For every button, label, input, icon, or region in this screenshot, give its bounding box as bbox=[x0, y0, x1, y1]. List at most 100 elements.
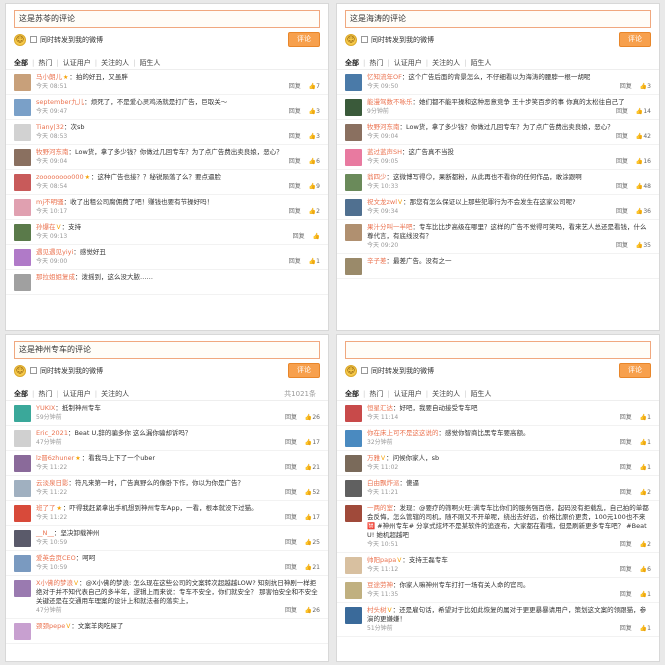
tab-0[interactable]: 全部 bbox=[14, 390, 28, 398]
reply-link[interactable]: 回复 bbox=[616, 183, 628, 190]
reply-link[interactable]: 回复 bbox=[285, 489, 297, 496]
comment-submit-button[interactable]: 评论 bbox=[288, 363, 320, 378]
comment-input[interactable]: 这是海涛的评论 bbox=[345, 10, 651, 28]
reply-link[interactable]: 回复 bbox=[620, 541, 632, 548]
comment-username[interactable]: zoooooooo000 bbox=[36, 173, 84, 181]
tab-0[interactable]: 全部 bbox=[345, 390, 359, 398]
reply-link[interactable]: 回复 bbox=[285, 607, 297, 614]
comment-username[interactable]: 你在床上可不是这这说的 bbox=[367, 429, 439, 437]
comment-username[interactable]: 忆知流年OF bbox=[367, 73, 402, 81]
avatar[interactable] bbox=[14, 274, 31, 291]
forward-checkbox[interactable] bbox=[361, 367, 368, 374]
avatar[interactable] bbox=[345, 480, 362, 497]
tab-0[interactable]: 全部 bbox=[345, 59, 359, 67]
comment-username[interactable]: 牧野河东南 bbox=[36, 148, 69, 156]
avatar[interactable] bbox=[345, 174, 362, 191]
comment-input[interactable]: 这是苏苓的评论 bbox=[14, 10, 320, 28]
comment-username[interactable]: 班了了 bbox=[36, 504, 56, 512]
comment-username[interactable]: 豆途劳神 bbox=[367, 581, 393, 589]
comment-username[interactable]: 颈颈pepe bbox=[36, 622, 65, 630]
reply-link[interactable]: 回复 bbox=[616, 108, 628, 115]
comment-username[interactable]: __N__ bbox=[36, 529, 54, 537]
reply-link[interactable]: 回复 bbox=[616, 208, 628, 215]
reply-link[interactable]: 回复 bbox=[620, 489, 632, 496]
avatar[interactable] bbox=[14, 455, 31, 472]
reply-link[interactable]: 回复 bbox=[285, 539, 297, 546]
reply-link[interactable]: 回复 bbox=[285, 414, 297, 421]
tab-0[interactable]: 全部 bbox=[14, 59, 28, 67]
reply-link[interactable]: 回复 bbox=[616, 242, 628, 249]
tab-2[interactable]: 认证用户 bbox=[63, 390, 91, 398]
avatar[interactable] bbox=[345, 455, 362, 472]
thumbs-up-icon[interactable]: 👍 bbox=[313, 233, 320, 240]
comment-username[interactable]: Tiany|32 bbox=[36, 123, 64, 131]
comment-input[interactable]: 这是神州专车的评论 bbox=[14, 341, 320, 359]
tab-4[interactable]: 陌生人 bbox=[139, 59, 160, 67]
reply-link[interactable]: 回复 bbox=[285, 439, 297, 446]
avatar[interactable] bbox=[345, 124, 362, 141]
avatar[interactable] bbox=[14, 530, 31, 547]
comment-username[interactable]: 祝文龙zwl bbox=[367, 198, 397, 206]
comment-username[interactable]: september九儿 bbox=[36, 98, 84, 106]
comment-username[interactable]: 帅阳papa bbox=[367, 556, 396, 564]
reply-link[interactable]: 回复 bbox=[289, 133, 301, 140]
forward-checkbox[interactable] bbox=[30, 36, 37, 43]
avatar[interactable] bbox=[345, 505, 362, 522]
reply-link[interactable]: 回复 bbox=[289, 83, 301, 90]
avatar[interactable] bbox=[345, 258, 362, 275]
comment-username[interactable]: 能漫驾数不咏乐 bbox=[367, 98, 413, 106]
comment-username[interactable]: lz晋6zhuner bbox=[36, 454, 74, 462]
reply-link[interactable]: 回复 bbox=[620, 464, 632, 471]
avatar[interactable] bbox=[345, 99, 362, 116]
comment-username[interactable]: mj不明骚 bbox=[36, 198, 64, 206]
reply-link[interactable]: 回复 bbox=[620, 591, 632, 598]
tab-3[interactable]: 关注的人 bbox=[101, 59, 129, 67]
avatar[interactable] bbox=[14, 249, 31, 266]
avatar[interactable] bbox=[345, 582, 362, 599]
reply-link[interactable]: 回复 bbox=[285, 464, 297, 471]
comment-username[interactable]: 一两的室 bbox=[367, 504, 393, 512]
tab-2[interactable]: 认证用户 bbox=[63, 59, 91, 67]
reply-link[interactable]: 回复 bbox=[285, 514, 297, 521]
comment-username[interactable]: 云淡泉日影 bbox=[36, 479, 69, 487]
avatar[interactable] bbox=[345, 557, 362, 574]
avatar[interactable] bbox=[345, 74, 362, 91]
comment-username[interactable]: 村头树 bbox=[367, 606, 387, 614]
comment-username[interactable]: 爱英会页CEO bbox=[36, 554, 76, 562]
comment-username[interactable]: Eric_2021 bbox=[36, 429, 68, 437]
avatar[interactable] bbox=[14, 580, 31, 597]
avatar[interactable] bbox=[14, 623, 31, 640]
emoji-icon[interactable]: ☺ bbox=[345, 365, 357, 377]
tab-4[interactable]: 陌生人 bbox=[470, 390, 491, 398]
avatar[interactable] bbox=[14, 149, 31, 166]
emoji-icon[interactable]: ☺ bbox=[14, 365, 26, 377]
avatar[interactable] bbox=[345, 224, 362, 241]
avatar[interactable] bbox=[14, 224, 31, 241]
comment-username[interactable]: 辛子差 bbox=[367, 257, 387, 265]
tab-3[interactable]: 关注的人 bbox=[432, 390, 460, 398]
tab-3[interactable]: 关注的人 bbox=[432, 59, 460, 67]
comment-username[interactable]: 白由飘炸派 bbox=[367, 479, 400, 487]
comment-submit-button[interactable]: 评论 bbox=[619, 32, 651, 47]
avatar[interactable] bbox=[14, 405, 31, 422]
comment-username[interactable]: 孙爆在 bbox=[36, 223, 56, 231]
comment-username[interactable]: 恒星汇达 bbox=[367, 404, 393, 412]
comment-username[interactable]: 果汁分叫一半吧 bbox=[367, 223, 413, 231]
reply-link[interactable]: 回复 bbox=[616, 158, 628, 165]
avatar[interactable] bbox=[14, 430, 31, 447]
comment-username[interactable]: 万雅 bbox=[367, 454, 380, 462]
reply-link[interactable]: 回复 bbox=[289, 208, 301, 215]
emoji-icon[interactable]: ☺ bbox=[345, 34, 357, 46]
reply-link[interactable]: 回复 bbox=[289, 183, 301, 190]
tab-3[interactable]: 关注的人 bbox=[101, 390, 129, 398]
reply-link[interactable]: 回复 bbox=[289, 108, 301, 115]
comment-username[interactable]: 蓝过蓝声SH bbox=[367, 148, 402, 156]
emoji-icon[interactable]: ☺ bbox=[14, 34, 26, 46]
comment-submit-button[interactable]: 评论 bbox=[288, 32, 320, 47]
avatar[interactable] bbox=[14, 555, 31, 572]
avatar[interactable] bbox=[345, 607, 362, 624]
tab-1[interactable]: 热门 bbox=[369, 390, 383, 398]
avatar[interactable] bbox=[345, 405, 362, 422]
avatar[interactable] bbox=[14, 480, 31, 497]
reply-link[interactable]: 回复 bbox=[289, 258, 301, 265]
